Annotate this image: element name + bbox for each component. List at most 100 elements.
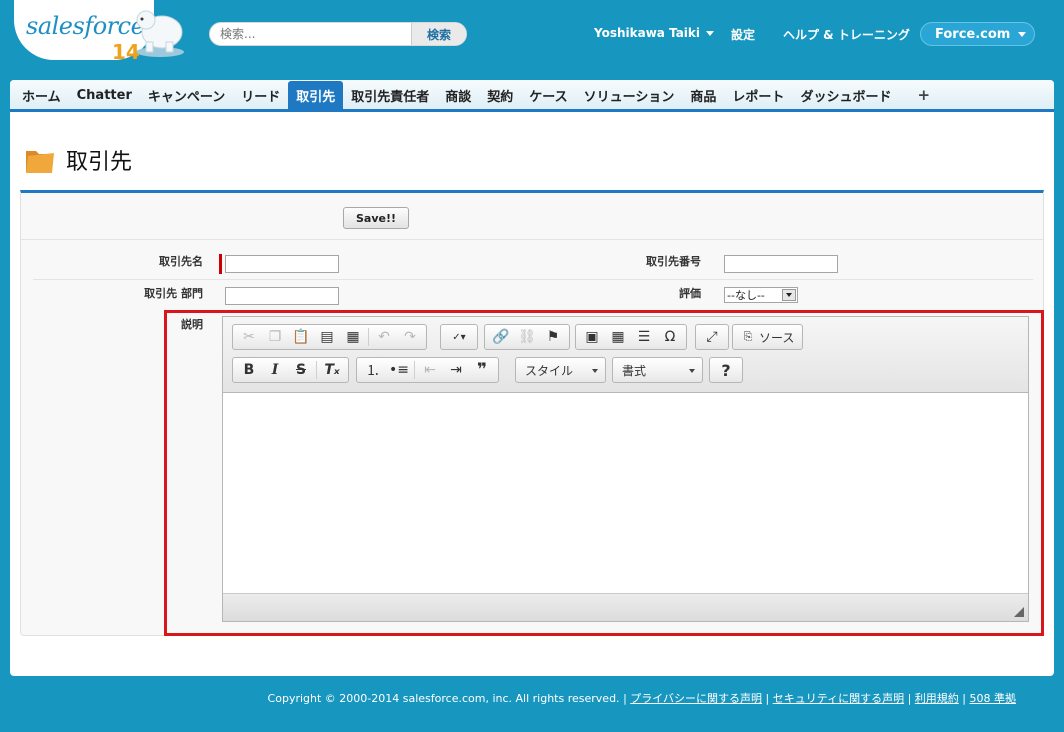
separator [368,328,369,346]
tab-home[interactable]: ホーム [14,81,69,109]
security-link[interactable]: セキュリティに関する声明 [773,692,904,705]
bold-icon[interactable]: B [236,359,262,381]
chevron-down-icon [689,369,695,373]
app-menu-label: Force.com [935,26,1011,42]
format-combo-label: 書式 [622,363,647,378]
special-char-icon[interactable]: Ω [657,326,683,348]
divider [33,279,1033,280]
terms-link[interactable]: 利用規約 [915,692,959,705]
tab-chatter[interactable]: Chatter [69,81,140,109]
tab-contacts[interactable]: 取引先責任者 [343,81,437,109]
strikethrough-icon[interactable]: S [288,359,314,381]
image-icon[interactable]: ▣ [579,326,605,348]
rating-value: --なし-- [727,289,765,302]
editor-content-area[interactable] [223,394,1028,594]
app-menu-button[interactable]: Force.com [920,22,1035,46]
separator [316,361,317,379]
logo-version: 14 [112,40,140,64]
italic-icon[interactable]: I [262,359,288,381]
account-dept-input[interactable] [225,287,339,305]
rating-select[interactable]: --なし-- [724,287,798,303]
page-header: 取引先 [24,144,132,176]
account-number-input[interactable] [724,255,838,273]
maximize-group: ⤢ [695,324,729,350]
maximize-icon[interactable]: ⤢ [699,326,725,348]
rating-label: 評価 [679,287,701,300]
privacy-link[interactable]: プライバシーに関する声明 [630,692,762,705]
rich-text-editor: ✂ ❐ 📋 ▤ ▦ ↶ ↷ ✓▾ 🔗 ⛓ ⚑ ▣ ▦ ☰ Ω ⤢ ⎘ ソース B… [222,316,1029,622]
tab-solutions[interactable]: ソリューション [576,81,683,109]
editor-status-bar [223,593,1028,621]
indent-icon[interactable]: ⇥ [443,359,469,381]
search-input[interactable] [210,23,412,45]
chevron-down-icon [1018,31,1027,37]
help-group: ? [709,357,743,383]
link-group: 🔗 ⛓ ⚑ [484,324,570,350]
page-footer: Copyright © 2000-2014 salesforce.com, in… [267,692,1017,705]
basic-style-group: B I S Tₓ [232,357,349,383]
508-compliance-link[interactable]: 508 準拠 [970,692,1017,705]
tab-products[interactable]: 商品 [682,81,724,109]
chevron-down-icon [706,30,715,36]
remove-format-icon[interactable]: Tₓ [319,359,345,381]
save-button[interactable]: Save!! [343,207,409,229]
separator [414,361,415,379]
spellcheck-group: ✓▾ [440,324,478,350]
tab-contracts[interactable]: 契約 [479,81,521,109]
source-button[interactable]: ⎘ ソース [732,324,804,350]
tab-reports[interactable]: レポート [724,81,792,109]
help-training-link[interactable]: ヘルプ & トレーニング [783,26,910,43]
page-title: 取引先 [66,150,133,175]
user-name: Yoshikawa Taiki [594,26,701,40]
outdent-icon[interactable]: ⇤ [417,359,443,381]
link-icon[interactable]: 🔗 [488,326,514,348]
tab-campaigns[interactable]: キャンペーン [140,81,233,109]
account-dept-label: 取引先 部門 [144,287,203,300]
anchor-flag-icon[interactable]: ⚑ [540,326,566,348]
numbered-list-icon[interactable]: ⒈ [360,359,386,381]
cut-icon[interactable]: ✂ [236,326,262,348]
folder-icon [26,151,54,173]
paste-icon[interactable]: 📋 [288,326,314,348]
copyright-text: Copyright © 2000-2014 salesforce.com, in… [267,692,620,705]
blockquote-icon[interactable]: ❞ [469,359,495,381]
tab-leads[interactable]: リード [233,81,288,109]
copy-icon[interactable]: ❐ [262,326,288,348]
paste-text-icon[interactable]: ▤ [314,326,340,348]
editor-toolbar: ✂ ❐ 📋 ▤ ▦ ↶ ↷ ✓▾ 🔗 ⛓ ⚑ ▣ ▦ ☰ Ω ⤢ ⎘ ソース B… [223,317,1028,393]
account-name-label: 取引先名 [159,255,203,268]
chevron-down-icon [782,289,796,301]
resize-handle-icon[interactable] [1014,607,1024,617]
help-icon[interactable]: ? [713,359,739,381]
required-indicator [219,254,222,274]
account-number-label: 取引先番号 [646,255,701,268]
paste-word-icon[interactable]: ▦ [340,326,366,348]
tab-bar: ホーム Chatter キャンペーン リード 取引先 取引先責任者 商談 契約 … [10,80,1054,112]
user-menu[interactable]: Yoshikawa Taiki [594,26,715,40]
tab-dashboards[interactable]: ダッシュボード [792,81,899,109]
logo-text: salesforce [26,12,145,40]
format-combo[interactable]: 書式 [612,357,703,383]
style-combo-label: スタイル [525,363,574,378]
bulleted-list-icon[interactable]: •≡ [386,359,412,381]
table-icon[interactable]: ▦ [605,326,631,348]
clipboard-group: ✂ ❐ 📋 ▤ ▦ ↶ ↷ [232,324,427,350]
account-name-input[interactable] [225,255,339,273]
search-button[interactable]: 検索 [411,23,466,45]
tab-opportunities[interactable]: 商談 [437,81,479,109]
spellcheck-icon[interactable]: ✓▾ [444,326,474,348]
polar-bear-icon [136,10,184,57]
unlink-icon[interactable]: ⛓ [514,326,540,348]
source-icon: ⎘ [743,330,753,343]
style-combo[interactable]: スタイル [515,357,606,383]
tab-accounts[interactable]: 取引先 [288,81,344,109]
list-group: ⒈ •≡ ⇤ ⇥ ❞ [356,357,499,383]
source-label: ソース [759,330,795,345]
undo-icon[interactable]: ↶ [371,326,397,348]
setup-link[interactable]: 設定 [731,26,755,43]
add-tab-button[interactable]: + [909,81,938,109]
tab-cases[interactable]: ケース [521,81,575,109]
horizontal-line-icon[interactable]: ☰ [631,326,657,348]
redo-icon[interactable]: ↷ [397,326,423,348]
salesforce-logo[interactable]: salesforce 14 [14,0,186,66]
